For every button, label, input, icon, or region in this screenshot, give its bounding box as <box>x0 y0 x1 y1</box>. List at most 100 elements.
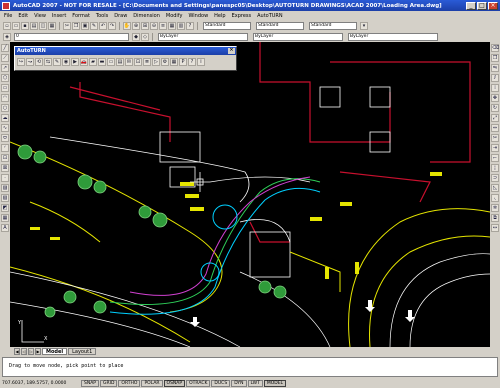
break-icon[interactable]: ¦ <box>491 164 499 172</box>
table-icon[interactable]: ▦ <box>1 214 9 222</box>
fillet-icon[interactable]: ◟ <box>491 194 499 202</box>
point-icon[interactable]: · <box>1 174 9 182</box>
menu-file[interactable]: File <box>4 13 12 19</box>
edit-path-icon[interactable]: ✎ <box>53 58 61 66</box>
pan-icon[interactable]: ✋ <box>123 21 131 30</box>
layer-previous-icon[interactable]: ◇ <box>141 32 149 41</box>
steer-icon[interactable]: ⟲ <box>35 58 43 66</box>
polygon-icon[interactable]: ⬡ <box>1 74 9 82</box>
zoom-realtime-icon[interactable]: ⊕ <box>132 21 140 30</box>
tab-model[interactable]: Model <box>42 348 68 355</box>
about-icon[interactable]: i <box>197 58 205 66</box>
snap-toggle[interactable]: SNAP <box>81 380 100 387</box>
help-icon[interactable]: ? <box>188 58 196 66</box>
node-icon[interactable]: ◉ <box>62 58 70 66</box>
break-at-point-icon[interactable]: ⌐ <box>491 154 499 162</box>
chamfer-icon[interactable]: ◺ <box>491 184 499 192</box>
next-tab-icon[interactable]: ▷ <box>28 348 34 355</box>
dyn-toggle[interactable]: DYN <box>231 380 247 387</box>
settings-icon[interactable]: ⚙ <box>161 58 169 66</box>
circle-icon[interactable]: ○ <box>1 104 9 112</box>
table-style-combo[interactable]: Standard <box>309 21 357 30</box>
drive-icon[interactable]: ▶ <box>71 58 79 66</box>
library-icon[interactable]: ▤ <box>116 58 124 66</box>
animate-icon[interactable]: ▷ <box>152 58 160 66</box>
menu-edit[interactable]: Edit <box>18 13 28 19</box>
rotate-icon[interactable]: ↻ <box>491 104 499 112</box>
color-combo[interactable]: ByLayer <box>158 32 248 41</box>
trim-icon[interactable]: ✂ <box>491 134 499 142</box>
copy-object-icon[interactable]: ❐ <box>491 54 499 62</box>
hatch-icon[interactable]: ▨ <box>1 184 9 192</box>
ellipse-icon[interactable]: ⬭ <box>1 134 9 142</box>
menu-tools[interactable]: Tools <box>96 13 108 19</box>
last-tab-icon[interactable]: ▶ <box>35 348 41 355</box>
tool-palettes-icon[interactable]: ▥ <box>177 21 185 30</box>
move-icon[interactable]: ✥ <box>491 94 499 102</box>
explode-icon[interactable]: ✲ <box>491 204 499 212</box>
paste-icon[interactable]: ▣ <box>81 21 89 30</box>
cut-icon[interactable]: ✂ <box>63 21 71 30</box>
menu-express[interactable]: Express <box>232 13 252 19</box>
zoom-window-icon[interactable]: ⊞ <box>141 21 149 30</box>
maximize-button[interactable]: □ <box>477 1 487 10</box>
undo-icon[interactable]: ↶ <box>99 21 107 30</box>
offset-icon[interactable]: ⫽ <box>491 74 499 82</box>
construction-line-icon[interactable]: ⟋ <box>1 54 9 62</box>
ellipse-arc-icon[interactable]: ◜ <box>1 144 9 152</box>
first-tab-icon[interactable]: ◀ <box>14 348 20 355</box>
tab-layout1[interactable]: Layout1 <box>68 348 97 355</box>
coordinate-readout[interactable]: 707.6037, 189.5757, 0.0000 <box>2 381 80 386</box>
line-icon[interactable]: ╱ <box>1 44 9 52</box>
close-button[interactable]: × <box>488 1 498 10</box>
osnap-toggle[interactable]: OSNAP <box>163 380 186 387</box>
model-toggle[interactable]: MODEL <box>263 380 287 387</box>
extend-icon[interactable]: ⇥ <box>491 144 499 152</box>
menu-format[interactable]: Format <box>72 13 90 19</box>
make-current-layer-icon[interactable]: ◆ <box>132 32 140 41</box>
lineweight-combo[interactable]: ByLayer <box>348 32 438 41</box>
menu-modify[interactable]: Modify <box>166 13 183 19</box>
menu-window[interactable]: Window <box>188 13 208 19</box>
join-icon[interactable]: ⊃ <box>491 174 499 182</box>
vehicle-icon[interactable]: 🚗 <box>80 58 88 66</box>
workspace-icon[interactable]: ▾ <box>360 21 368 30</box>
stretch-icon[interactable]: ⇔ <box>491 124 499 132</box>
revision-cloud-icon[interactable]: ☁ <box>1 114 9 122</box>
print-icon[interactable]: ▤ <box>30 21 38 30</box>
menu-draw[interactable]: Draw <box>114 13 127 19</box>
draw-order-icon[interactable]: ⧉ <box>491 214 499 222</box>
clearance-icon[interactable]: ⊡ <box>134 58 142 66</box>
trailer-icon[interactable]: ▭ <box>107 58 115 66</box>
prev-tab-icon[interactable]: ◁ <box>21 348 27 355</box>
new-icon[interactable]: ▫ <box>3 21 11 30</box>
scale-icon[interactable]: ⤢ <box>491 114 499 122</box>
menu-insert[interactable]: Insert <box>52 13 66 19</box>
properties-icon[interactable]: ≡ <box>159 21 167 30</box>
insert-block-icon[interactable]: ⊡ <box>1 154 9 162</box>
erase-icon[interactable]: ⌫ <box>491 44 499 52</box>
dimension-icon[interactable]: ↔ <box>491 224 499 232</box>
polyline-icon[interactable]: ↗ <box>1 64 9 72</box>
menu-autoturn[interactable]: AutoTURN <box>257 13 283 19</box>
make-block-icon[interactable]: ⊠ <box>1 164 9 172</box>
lwt-toggle[interactable]: LWT <box>247 380 263 387</box>
text-style-combo[interactable]: Standard <box>203 21 251 30</box>
array-icon[interactable]: ⁞ <box>491 84 499 92</box>
arc-icon[interactable]: ◠ <box>1 94 9 102</box>
envelope-icon[interactable]: ✉ <box>125 58 133 66</box>
otrack-toggle[interactable]: OTRACK <box>186 380 211 387</box>
minimize-button[interactable]: _ <box>466 1 476 10</box>
spline-icon[interactable]: ∿ <box>1 124 9 132</box>
menu-help[interactable]: Help <box>214 13 225 19</box>
preview-icon[interactable]: ◫ <box>39 21 47 30</box>
design-center-icon[interactable]: ▦ <box>168 21 176 30</box>
redo-icon[interactable]: ↷ <box>108 21 116 30</box>
drawing-canvas[interactable]: Y X <box>10 42 490 347</box>
ducs-toggle[interactable]: DUCS <box>211 380 231 387</box>
menu-view[interactable]: View <box>34 13 46 19</box>
save-icon[interactable]: ▪ <box>21 21 29 30</box>
open-icon[interactable]: ▭ <box>12 21 20 30</box>
arc-path-icon[interactable]: ↪ <box>17 58 25 66</box>
mirror-icon[interactable]: ⇋ <box>491 64 499 72</box>
